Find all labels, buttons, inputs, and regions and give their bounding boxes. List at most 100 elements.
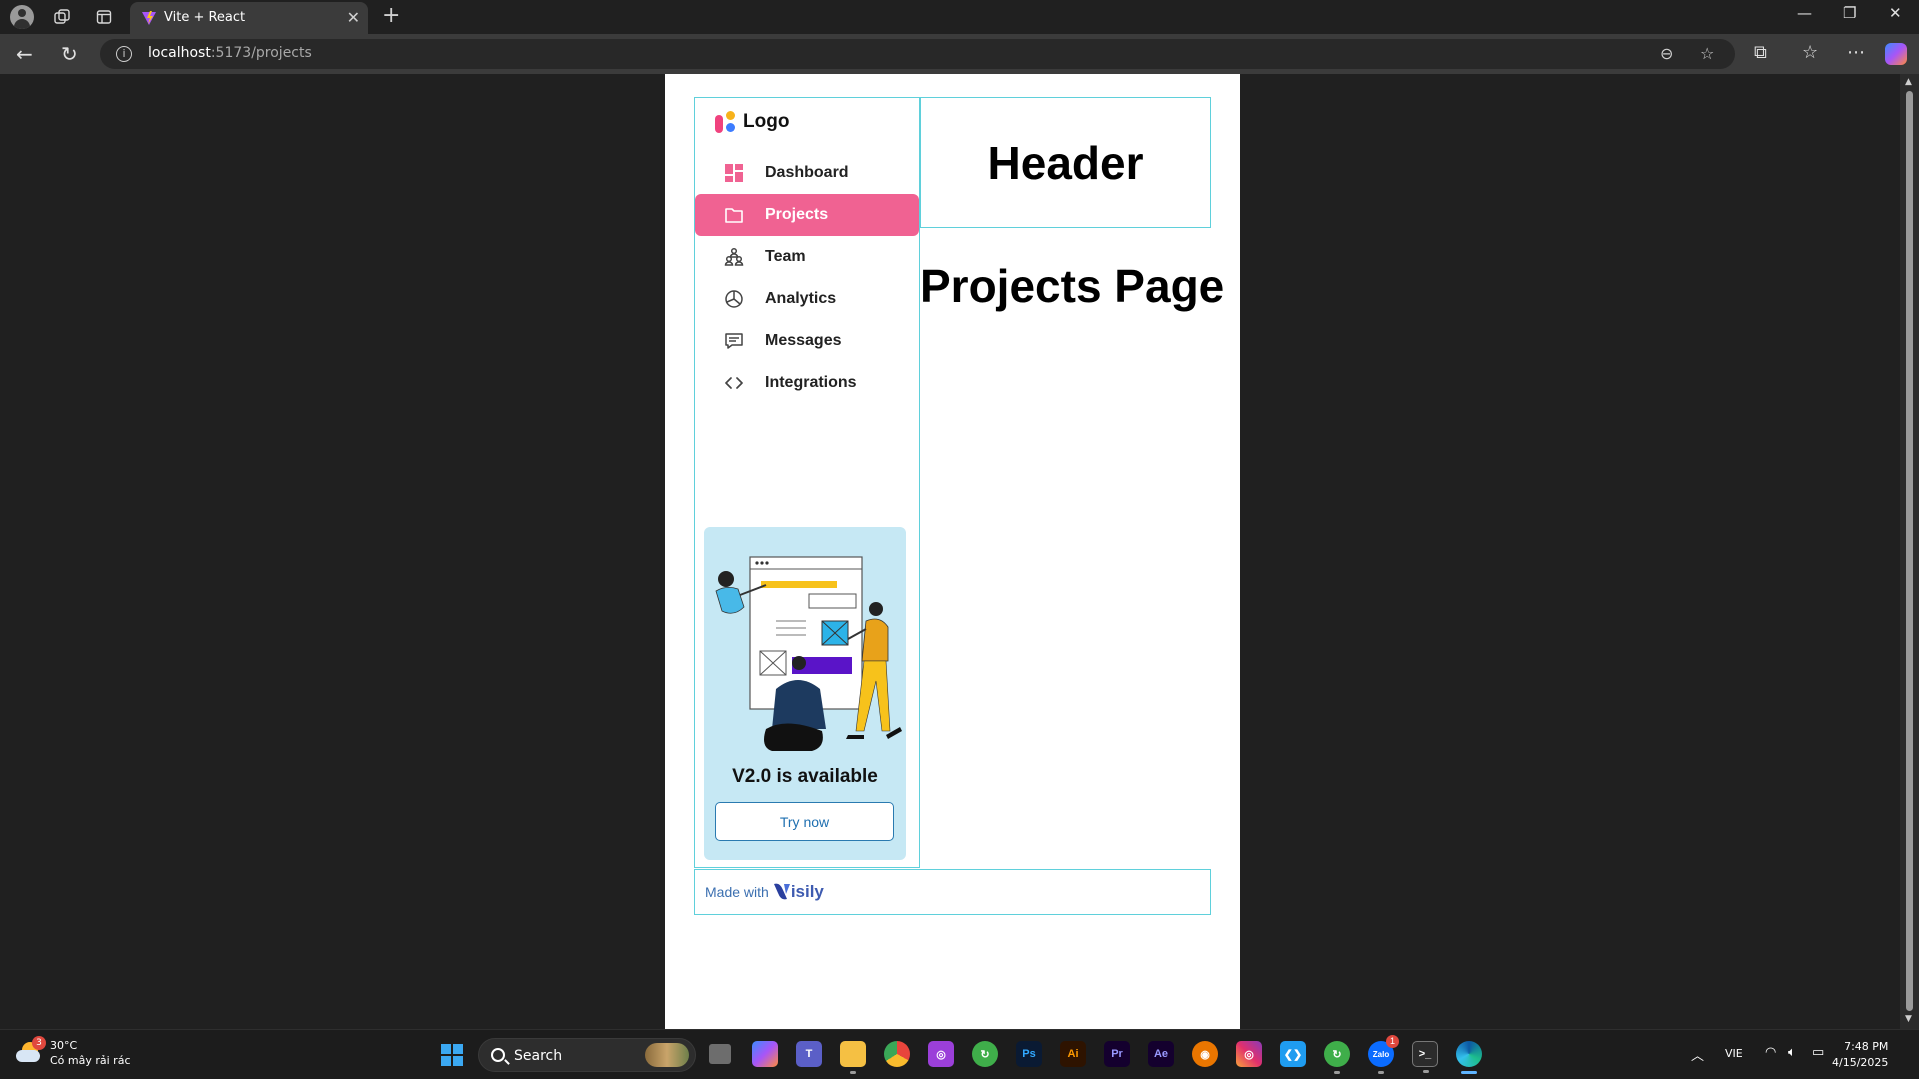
weather-badge: 3	[32, 1036, 46, 1050]
more-menu-icon[interactable]: ⋯	[1847, 42, 1865, 63]
site-info-icon[interactable]: i	[116, 46, 132, 62]
clock-time: 7:48 PM	[1844, 1040, 1889, 1053]
logo[interactable]: Logo	[715, 110, 789, 134]
app-page: Logo Dashboard Projects Team Analytics M…	[665, 74, 1240, 1029]
copilot-icon[interactable]	[1885, 43, 1907, 65]
browser-tab-active[interactable]: Vite + React ✕	[130, 2, 368, 34]
try-now-button[interactable]: Try now	[715, 802, 894, 841]
task-view-icon[interactable]	[709, 1044, 731, 1064]
sidebar-item-integrations[interactable]: Integrations	[695, 362, 919, 404]
favorite-star-icon[interactable]: ☆	[1700, 44, 1714, 63]
visily-logo[interactable]: isily	[773, 882, 824, 902]
folder-icon	[723, 204, 745, 226]
browser-toolbar: ← ↻ i localhost:5173/projects ⊖ ☆ ⧉ ☆ ⋯	[0, 34, 1919, 74]
photoshop-icon[interactable]: Ps	[1016, 1041, 1042, 1067]
collaboration-illustration	[715, 556, 902, 751]
sidebar-item-label: Analytics	[765, 290, 837, 307]
sidebar-item-label: Team	[765, 248, 806, 265]
weather-cloud-sun-icon: 3	[14, 1036, 46, 1068]
tab-actions-icon[interactable]	[93, 6, 115, 28]
taskbar-search[interactable]: Search	[478, 1038, 696, 1072]
show-hidden-icons-chevron-icon[interactable]: ︿	[1691, 1045, 1704, 1064]
app-green-icon[interactable]: ↻	[972, 1041, 998, 1067]
scroll-down-icon[interactable]: ▼	[1905, 1014, 1912, 1024]
made-with-text: Made with	[705, 884, 769, 900]
copilot-icon[interactable]	[752, 1041, 778, 1067]
message-icon	[723, 330, 745, 352]
zalo-notification-badge: 1	[1386, 1035, 1399, 1048]
pie-chart-icon	[723, 288, 745, 310]
address-bar[interactable]: i localhost:5173/projects ⊖ ☆	[100, 39, 1735, 69]
reload-button[interactable]: ↻	[61, 42, 78, 66]
scroll-up-icon[interactable]: ▲	[1905, 77, 1912, 87]
sidebar-item-projects[interactable]: Projects	[695, 194, 919, 236]
weather-description: Có mây rải rác	[50, 1054, 131, 1067]
vertical-scrollbar[interactable]: ▲ ▼	[1900, 74, 1919, 1029]
code-icon	[723, 372, 745, 394]
promo-title: V2.0 is available	[732, 766, 878, 787]
dashboard-icon	[723, 162, 745, 184]
zalo-icon[interactable]: Zalo 1	[1368, 1035, 1399, 1074]
start-button[interactable]	[441, 1044, 463, 1066]
footer: Made with isily	[694, 869, 1211, 915]
search-label: Search	[514, 1048, 563, 1064]
vite-favicon-icon	[142, 11, 156, 25]
instagram-icon[interactable]: ◎	[1236, 1041, 1262, 1067]
wifi-icon[interactable]: ◠	[1765, 1045, 1776, 1060]
header-title: Header	[987, 136, 1144, 189]
weather-temperature: 30°C	[50, 1039, 78, 1052]
app-green-2-icon[interactable]: ↻	[1324, 1041, 1350, 1074]
header: Header	[920, 97, 1211, 228]
tab-close-icon[interactable]: ✕	[347, 8, 360, 27]
premiere-icon[interactable]: Pr	[1104, 1041, 1130, 1067]
visily-text: isily	[790, 882, 824, 901]
logo-text: Logo	[743, 111, 790, 132]
new-tab-button[interactable]: +	[382, 3, 400, 28]
browser-tab-strip: Vite + React ✕ + — ❐ ✕	[0, 0, 1919, 34]
profile-avatar-icon[interactable]	[10, 5, 34, 29]
sidebar-item-team[interactable]: Team	[695, 236, 919, 278]
vscode-icon[interactable]: ❮❯	[1280, 1041, 1306, 1067]
close-window-button[interactable]: ✕	[1889, 4, 1902, 22]
workspaces-icon[interactable]	[51, 6, 73, 28]
logo-mark-icon	[715, 111, 737, 133]
volume-icon[interactable]: 🔈︎	[1788, 1045, 1796, 1060]
terminal-icon[interactable]: >_	[1412, 1041, 1438, 1073]
chrome-icon[interactable]	[884, 1041, 910, 1067]
sidebar-item-label: Messages	[765, 332, 842, 349]
sidebar-item-label: Projects	[765, 206, 829, 223]
clock[interactable]: 7:48 PM 4/15/2025	[1832, 1039, 1888, 1071]
taskbar: 3 30°C Có mây rải rác Search T ◎ ↻ Ps Ai…	[0, 1029, 1919, 1079]
url-text[interactable]: localhost:5173/projects	[148, 45, 312, 61]
language-indicator[interactable]: VIE	[1725, 1047, 1743, 1060]
visily-mark-icon	[773, 883, 790, 900]
tab-title: Vite + React	[164, 10, 246, 25]
sidebar: Logo Dashboard Projects Team Analytics M…	[694, 97, 920, 868]
upgrade-promo-card: V2.0 is available Try now	[704, 527, 906, 860]
zoom-icon[interactable]: ⊖	[1660, 44, 1673, 63]
team-icon	[723, 246, 745, 268]
search-icon	[491, 1048, 505, 1062]
sidebar-item-messages[interactable]: Messages	[695, 320, 919, 362]
extensions-icon[interactable]: ⧉	[1754, 42, 1767, 63]
after-effects-icon[interactable]: Ae	[1148, 1041, 1174, 1067]
edge-icon[interactable]	[1456, 1041, 1482, 1074]
battery-icon[interactable]: ▭	[1812, 1045, 1824, 1060]
illustrator-icon[interactable]: Ai	[1060, 1041, 1086, 1067]
scroll-thumb[interactable]	[1906, 91, 1913, 1011]
sidebar-item-label: Dashboard	[765, 164, 849, 181]
blender-icon[interactable]: ◉	[1192, 1041, 1218, 1067]
weather-widget[interactable]: 3 30°C Có mây rải rác	[14, 1036, 131, 1068]
restore-button[interactable]: ❐	[1843, 4, 1856, 22]
sidebar-item-analytics[interactable]: Analytics	[695, 278, 919, 320]
minimize-button[interactable]: —	[1797, 4, 1812, 22]
app-icon[interactable]: ◎	[928, 1041, 954, 1067]
search-highlight-image	[645, 1043, 689, 1067]
file-explorer-icon[interactable]	[840, 1041, 866, 1074]
sidebar-nav: Dashboard Projects Team Analytics Messag…	[695, 152, 919, 404]
back-button[interactable]: ←	[16, 42, 33, 66]
sidebar-item-label: Integrations	[765, 374, 857, 391]
favorites-icon[interactable]: ☆	[1802, 42, 1818, 63]
teams-icon[interactable]: T	[796, 1041, 822, 1067]
sidebar-item-dashboard[interactable]: Dashboard	[695, 152, 919, 194]
